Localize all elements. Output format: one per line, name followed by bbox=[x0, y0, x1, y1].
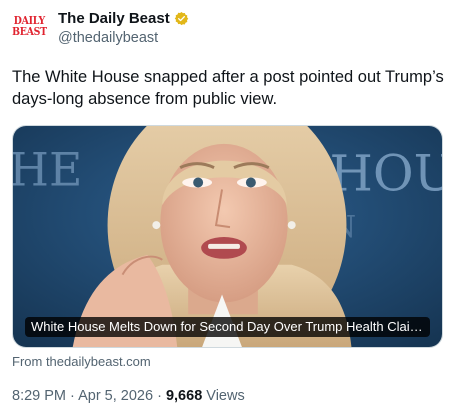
author-name-row: The Daily Beast bbox=[58, 10, 189, 27]
tweet-meta: 8:29 PM · Apr 5, 2026 · 9,668 Views bbox=[12, 388, 245, 404]
backdrop-letters-left: HE bbox=[13, 144, 82, 197]
meta-separator: · bbox=[153, 388, 166, 404]
author-handle[interactable]: @thedailybeast bbox=[58, 30, 158, 46]
views-label: Views bbox=[206, 388, 245, 404]
verified-badge-icon[interactable] bbox=[174, 11, 189, 26]
author-display-name[interactable]: The Daily Beast bbox=[58, 10, 170, 27]
link-card[interactable]: HE HOU ION White House Melts Down for Se… bbox=[12, 125, 443, 348]
author-avatar[interactable]: DAILY BEAST bbox=[11, 9, 47, 43]
press-briefing-photo: HE HOU ION bbox=[13, 126, 442, 347]
card-headline[interactable]: White House Melts Down for Second Day Ov… bbox=[25, 317, 430, 337]
tweet-date[interactable]: Apr 5, 2026 bbox=[78, 388, 153, 404]
views-count[interactable]: 9,668 bbox=[166, 388, 202, 404]
tweet-text: The White House snapped after a post poi… bbox=[12, 68, 444, 108]
meta-separator: · bbox=[66, 388, 79, 404]
tweet-time[interactable]: 8:29 PM bbox=[12, 388, 66, 404]
avatar-logo-line2: BEAST bbox=[11, 25, 47, 38]
card-source-link[interactable]: From thedailybeast.com bbox=[12, 354, 151, 369]
backdrop-letters-right: HOU bbox=[330, 145, 442, 203]
